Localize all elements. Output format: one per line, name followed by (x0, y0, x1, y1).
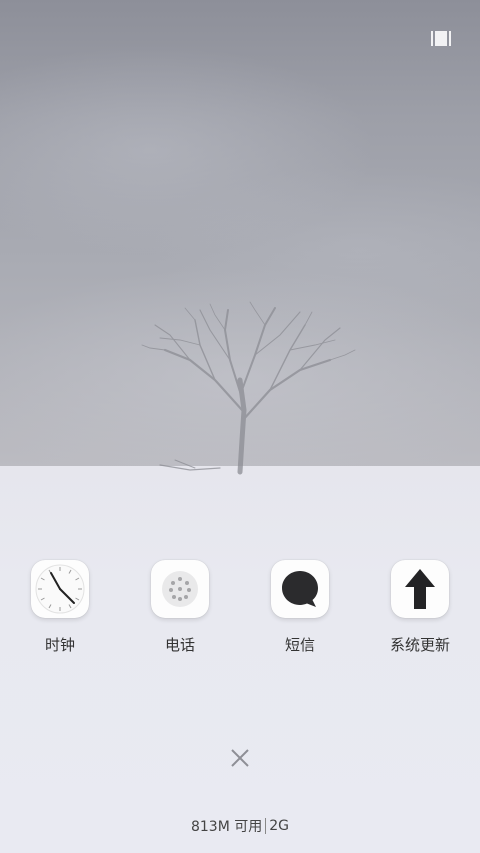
wallpaper (0, 0, 480, 853)
app-label-messages: 短信 (284, 636, 315, 654)
recent-layout-icon (431, 30, 451, 46)
clock-icon (31, 560, 89, 618)
app-messages[interactable]: 短信 (240, 560, 360, 670)
clear-all-button[interactable] (228, 746, 252, 770)
memory-free-text: 813M 可用 (190, 819, 263, 835)
app-label-system-update: 系统更新 (389, 636, 450, 654)
message-bubble-icon (271, 560, 329, 618)
app-label-clock: 时钟 (44, 636, 75, 654)
app-label-phone: 电话 (164, 636, 195, 654)
close-icon (231, 749, 249, 767)
status-divider (265, 818, 267, 834)
phone-dialpad-icon (151, 560, 209, 618)
recent-layout-toggle[interactable] (430, 29, 452, 47)
memory-status: 813M 可用 2G (0, 816, 480, 836)
app-phone[interactable]: 电话 (120, 560, 240, 670)
app-system-update[interactable]: 系统更新 (360, 560, 480, 670)
network-type-text: 2G (269, 818, 290, 834)
app-shortcuts-row: 时钟 电话 短信 系统更新 (0, 560, 480, 670)
app-clock[interactable]: 时钟 (0, 560, 120, 670)
tree-image (141, 301, 356, 475)
arrow-up-icon (391, 560, 449, 618)
